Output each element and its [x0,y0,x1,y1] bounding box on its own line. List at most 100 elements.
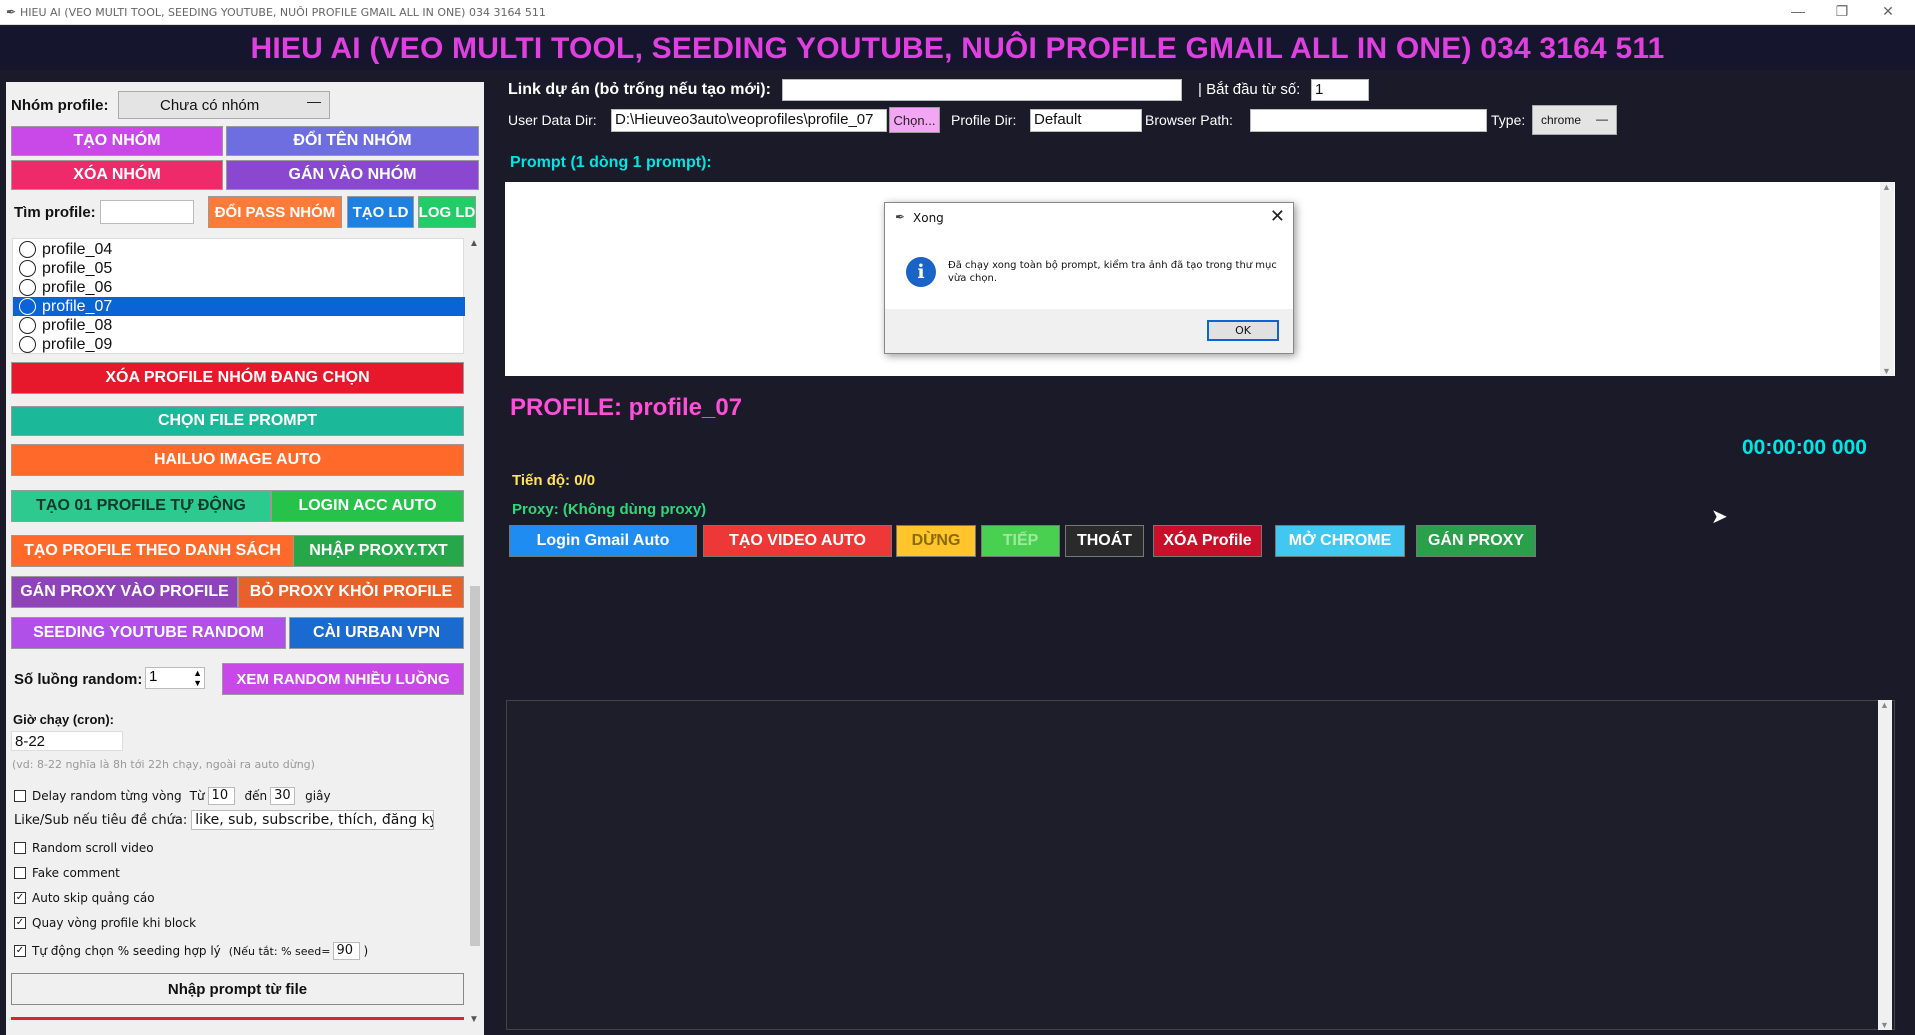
rotate-checkbox[interactable]: ✓ [14,917,26,929]
stop-button[interactable]: DỪNG [896,525,976,557]
next-button[interactable]: TIẾP [981,525,1060,557]
change-pass-button[interactable]: ĐỔI PASS NHÓM [208,196,342,228]
create-profile-list-button[interactable]: TẠO PROFILE THEO DANH SÁCH [11,535,294,567]
profile-item-selected[interactable]: profile_07 [13,297,465,316]
progress-text: Tiến độ: 0/0 [512,472,596,489]
profile-item[interactable]: profile_04 [13,240,465,259]
create-group-button[interactable]: TẠO NHÓM [11,126,223,156]
link-input[interactable] [782,79,1182,101]
type-label: Type: [1491,112,1526,128]
profile-name: profile_05 [42,259,113,277]
scrollbar-thumb[interactable] [470,586,480,946]
profile-item[interactable]: profile_06 [13,278,465,297]
profile-name: profile_06 [42,278,113,296]
start-input[interactable]: 1 [1311,79,1369,101]
import-proxy-button[interactable]: NHẬP PROXY.TXT [293,535,464,567]
userdata-input[interactable]: D:\Hieuveo3auto\veoprofiles\profile_07 [611,109,887,132]
profile-item[interactable]: profile_09 [13,335,465,354]
profiledir-input[interactable]: Default [1030,109,1142,132]
dialog-close-icon[interactable]: ✕ [1270,206,1285,227]
delay-unit: giây [305,789,331,803]
assign-proxy-button[interactable]: GÁN PROXY [1416,525,1536,557]
random-scroll-label: Random scroll video [32,841,154,855]
delay-to-label: đến [244,789,268,803]
auto-skip-checkbox[interactable]: ✓ [14,892,26,904]
delay-to-input[interactable]: 30 [270,787,296,805]
exit-button[interactable]: THOÁT [1065,525,1144,557]
create-01-profile-button[interactable]: TẠO 01 PROFILE TỰ ĐỘNG [11,490,271,522]
window-title: HIEU AI (VEO MULTI TOOL, SEEDING YOUTUBE… [20,6,546,19]
cron-input[interactable]: 8-22 [11,731,123,751]
scroll-up-icon[interactable]: ▲ [1882,182,1891,192]
radio-icon[interactable] [19,241,36,258]
profile-title: PROFILE: profile_07 [510,394,743,421]
left-panel: Nhóm profile: Chưa có nhóm — TẠO NHÓM ĐỔ… [6,82,484,1035]
radio-icon[interactable] [19,260,36,277]
partial-button-edge [11,1017,464,1020]
install-urban-vpn-button[interactable]: CÀI URBAN VPN [289,617,464,649]
auto-percent-label: Tự động chọn % seeding hợp lý [32,944,221,958]
radio-icon[interactable] [19,298,36,315]
login-gmail-button[interactable]: Login Gmail Auto [509,525,697,557]
maximize-button[interactable]: ❐ [1822,2,1862,22]
app-header: HIEU AI (VEO MULTI TOOL, SEEDING YOUTUBE… [0,26,1915,70]
rename-group-button[interactable]: ĐỔI TÊN NHÓM [226,126,479,156]
scroll-down-icon[interactable]: ▼ [1880,1020,1889,1030]
scroll-up-icon[interactable]: ▲ [469,238,479,249]
delay-row: Delay random từng vòng Từ 10 đến 30 giây [14,787,331,805]
log-ld-button[interactable]: LOG LD [418,196,476,228]
assign-proxy-profile-button[interactable]: GÁN PROXY VÀO PROFILE [11,576,238,608]
choose-prompt-button[interactable]: CHỌN FILE PROMPT [11,406,464,436]
remove-proxy-profile-button[interactable]: BỎ PROXY KHỎI PROFILE [238,576,464,608]
percent-input[interactable]: 90 [332,942,360,960]
dialog-message: Đã chạy xong toàn bộ prompt, kiểm tra ản… [948,260,1277,284]
scroll-up-icon[interactable]: ▲ [1880,700,1889,710]
radio-icon[interactable] [19,336,36,353]
ok-button[interactable]: OK [1207,320,1279,341]
delay-from-input[interactable]: 10 [207,787,235,805]
scroll-down-icon[interactable]: ▼ [469,1014,479,1025]
view-random-threads-button[interactable]: XEM RANDOM NHIỀU LUỒNG [222,663,464,695]
minimize-button[interactable]: — [1778,2,1818,22]
profile-item[interactable]: profile_05 [13,259,465,278]
browser-input[interactable] [1250,109,1487,132]
profile-list[interactable]: profile_04 profile_05 profile_06 profile… [12,238,465,354]
create-video-button[interactable]: TẠO VIDEO AUTO [703,525,892,557]
profile-item[interactable]: profile_08 [13,316,465,335]
group-select[interactable]: Chưa có nhóm — [118,91,330,119]
hailuo-button[interactable]: HAILUO IMAGE AUTO [11,444,464,476]
percent-hint: (Nếu tắt: % seed= [228,944,331,958]
type-select[interactable]: chrome — [1532,105,1617,135]
import-prompt-button[interactable]: Nhập prompt từ file [11,973,464,1005]
prompt-scrollbar[interactable]: ▲ ▼ [1880,182,1894,376]
timer: 00:00:00 000 [1742,436,1867,459]
delay-checkbox[interactable] [14,790,26,802]
scroll-down-icon[interactable]: ▼ [1882,366,1891,376]
search-input[interactable] [100,200,194,224]
group-select-value: Chưa có nhóm [160,96,260,114]
rotate-row: ✓ Quay vòng profile khi block [14,916,196,930]
delete-profile-button[interactable]: XÓA PROFILE NHÓM ĐANG CHỌN [11,362,464,394]
likesub-input[interactable]: like, sub, subscribe, thích, đăng ký [191,810,435,830]
create-ld-button[interactable]: TẠO LD [347,196,414,228]
radio-icon[interactable] [19,279,36,296]
radio-icon[interactable] [19,317,36,334]
choose-dir-button[interactable]: Chọn... [889,107,940,133]
log-area[interactable] [506,700,1895,1030]
seeding-youtube-button[interactable]: SEEDING YOUTUBE RANDOM [11,617,286,649]
close-button[interactable]: ✕ [1868,2,1908,22]
spin-arrows-icon[interactable]: ▲ ▼ [193,668,202,688]
profiledir-label: Profile Dir: [951,112,1017,128]
auto-percent-checkbox[interactable]: ✓ [14,945,26,957]
search-label: Tìm profile: [14,204,96,221]
login-acc-button[interactable]: LOGIN ACC AUTO [271,490,464,522]
random-scroll-checkbox[interactable] [14,842,26,854]
left-scrollbar[interactable]: ▲ ▼ [468,238,482,1028]
delete-profile-right-button[interactable]: XÓA Profile [1153,525,1262,557]
open-chrome-button[interactable]: MỞ CHROME [1275,525,1405,557]
fake-comment-checkbox[interactable] [14,867,26,879]
log-scrollbar[interactable]: ▲ ▼ [1878,700,1892,1030]
assign-group-button[interactable]: GÁN VÀO NHÓM [226,160,479,190]
delete-group-button[interactable]: XÓA NHÓM [11,160,223,190]
threads-spinbox[interactable]: 1 ▲ ▼ [145,667,205,689]
